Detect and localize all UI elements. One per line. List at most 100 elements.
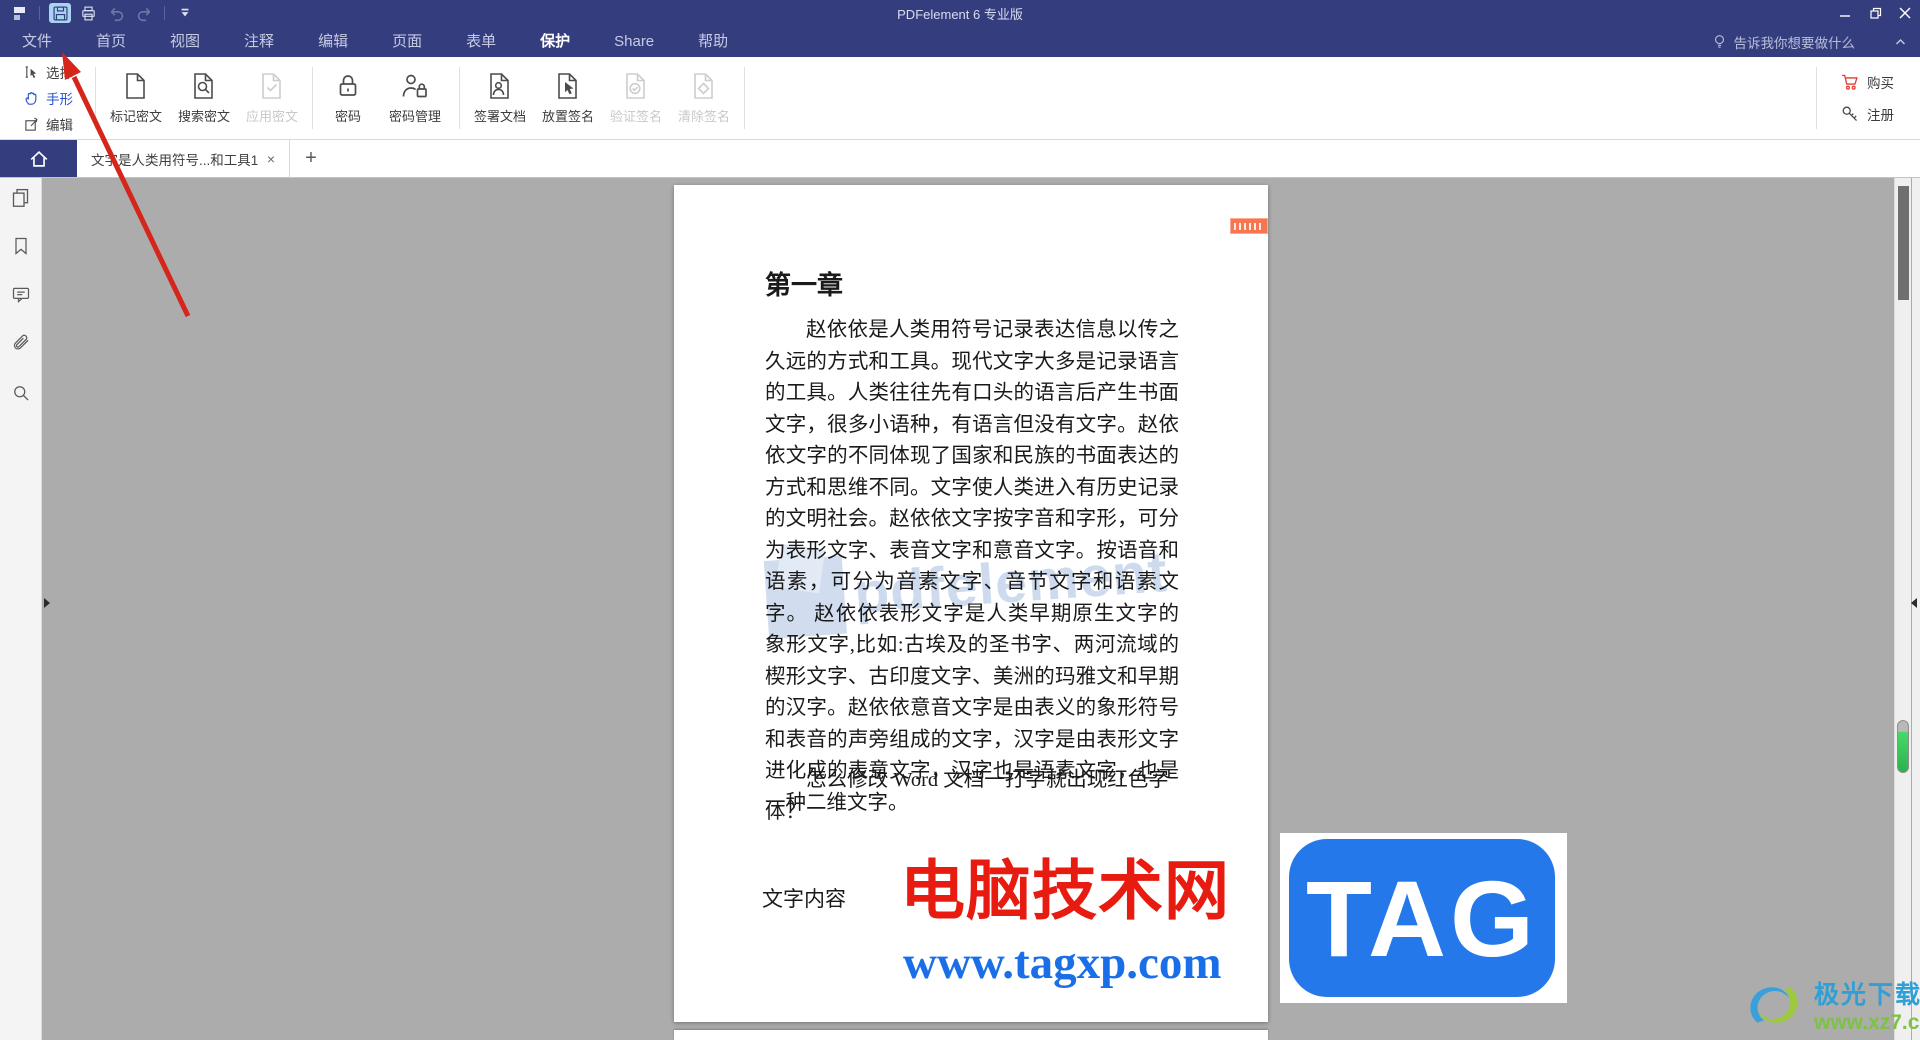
menu-bar: 文件 首页 视图 注释 编辑 页面 表单 保护 Share 帮助 告诉我你想要做… [0,26,1920,57]
toolbar-right: 购买 注册 [1810,57,1920,139]
menu-file[interactable]: 文件 [0,26,74,57]
validate-signature-icon [626,73,645,99]
validate-signature-button[interactable]: 验证签名 [602,57,670,139]
edit-pencil-icon [25,117,38,131]
right-panel-strip [1912,178,1920,1040]
menu-edit[interactable]: 编辑 [296,26,370,57]
menu-comment[interactable]: 注释 [222,26,296,57]
divider [744,67,745,129]
content-label: 文字内容 [762,887,846,911]
download-site-url: www.xz7.com [1814,1011,1920,1034]
swirl-logo-icon [1750,987,1798,1023]
attachments-panel-icon[interactable] [10,333,32,355]
home-tab-button[interactable] [0,140,77,177]
redo-button[interactable] [133,3,155,23]
edit-tool[interactable]: 编辑 [24,114,73,134]
body-paragraph: 赵依依是人类用符号记录表达信息以传之久远的方式和工具。现代文字大多是记录语言的工… [765,319,1179,814]
sign-document-button[interactable]: 签署文档 [466,57,534,139]
tag-logo-strip: TAG [1280,833,1567,1003]
close-button[interactable] [1890,1,1920,25]
expand-right-panel-arrow[interactable] [1911,598,1917,608]
password-manage-button[interactable]: 密码管理 [377,57,453,139]
save-button[interactable] [49,3,71,23]
pdfelement-window: PDFelement 6 专业版 文件 首页 视图 注释 编辑 页面 表单 保护… [0,0,1920,1040]
clear-signature-button[interactable]: 清除签名 [670,57,738,139]
scrollbar-thumb[interactable] [1898,186,1909,300]
password-button[interactable]: 密码 [319,57,377,139]
document-tab-title: 文字是人类用符号...和工具1 [91,152,259,168]
undo-button[interactable] [105,3,127,23]
divider [459,67,460,129]
tab-close-icon[interactable]: × [263,149,279,169]
divider [39,6,40,20]
search-redaction-icon [194,73,213,99]
buy-button[interactable]: 购买 [1841,72,1894,92]
cart-icon [1842,74,1858,90]
quick-access-toolbar [0,3,196,23]
select-tool[interactable]: 选择 [24,62,73,82]
mark-redaction-button[interactable]: 标记密文 [102,57,170,139]
select-cursor-icon [25,65,37,78]
place-signature-button[interactable]: 放置签名 [534,57,602,139]
print-button[interactable] [77,3,99,23]
customize-toolbar-dropdown-icon[interactable] [174,3,196,23]
comments-panel-icon[interactable] [10,284,32,306]
home-icon [30,150,47,167]
place-signature-icon [558,73,577,99]
body-paragraph-2: 怎么修改 Word 文档一打字就出现红色字体？ [765,769,1169,823]
site-banner-name: 电脑技术网 [900,854,1231,927]
menu-help[interactable]: 帮助 [676,26,750,57]
search-panel-icon[interactable] [10,382,32,404]
key-icon [1842,106,1858,122]
sign-document-icon [490,73,509,99]
scrollbar-green-marker[interactable] [1897,720,1909,773]
divider [95,67,96,129]
site-banner-url: www.tagxp.com [903,937,1222,989]
app-logo-icon[interactable] [8,3,30,23]
menu-home[interactable]: 首页 [74,26,148,57]
new-tab-button[interactable]: + [290,140,332,177]
document-tab[interactable]: 文字是人类用符号...和工具1 × [77,140,290,177]
document-tab-bar: 文字是人类用符号...和工具1 × + [0,140,1920,178]
protect-ribbon-toolbar: 选择 手形 编辑 标记密文 搜索密文 应用密文 密码 密码管理 签署文档 放置签… [0,57,1920,140]
divider [312,67,313,129]
minimize-button[interactable] [1830,1,1860,25]
lightbulb-icon [1714,35,1724,48]
divider [1816,67,1817,129]
apply-redaction-button[interactable]: 应用密文 [238,57,306,139]
tag-logo: TAG [1289,839,1555,997]
title-bar: PDFelement 6 专业版 [0,0,1920,26]
pdf-page-2[interactable] [674,1030,1268,1040]
mark-redaction-icon [126,73,145,99]
menu-protect[interactable]: 保护 [518,26,592,57]
download-site-badge: 极光下载站 www.xz7.com [1742,974,1920,1036]
download-site-name: 极光下载站 [1814,981,1920,1009]
window-controls [1830,1,1920,25]
password-manage-icon [402,74,427,98]
apply-redaction-icon [262,73,281,99]
hand-tool[interactable]: 手形 [24,88,73,108]
expand-left-panel-arrow[interactable] [44,598,50,608]
bookmarks-panel-icon[interactable] [10,235,32,257]
menu-page[interactable]: 页面 [370,26,444,57]
clear-signature-icon [694,73,713,99]
vertical-scrollbar[interactable] [1894,178,1911,1040]
left-panel-sidebar [0,178,42,1040]
window-title: PDFelement 6 专业版 [897,6,1023,22]
thumbnails-panel-icon[interactable] [10,186,32,208]
main-workspace: 第一章 pdfelement 赵依依是人类用符号记录表达信息以传之久远的方式和工… [0,178,1920,1040]
menu-share[interactable]: Share [592,26,676,57]
hand-icon [25,91,37,105]
restore-button[interactable] [1860,1,1890,25]
divider [164,6,165,20]
mode-tools: 选择 手形 编辑 [24,57,89,139]
watermark-ad-badge[interactable] [1230,218,1268,234]
register-button[interactable]: 注册 [1841,104,1894,124]
chapter-heading: 第一章 [765,271,844,300]
search-redaction-button[interactable]: 搜索密文 [170,57,238,139]
password-lock-icon [339,75,357,96]
menu-form[interactable]: 表单 [444,26,518,57]
collapse-ribbon-icon[interactable] [1895,35,1906,49]
tell-me-search[interactable]: 告诉我你想要做什么 [1712,32,1855,52]
menu-view[interactable]: 视图 [148,26,222,57]
